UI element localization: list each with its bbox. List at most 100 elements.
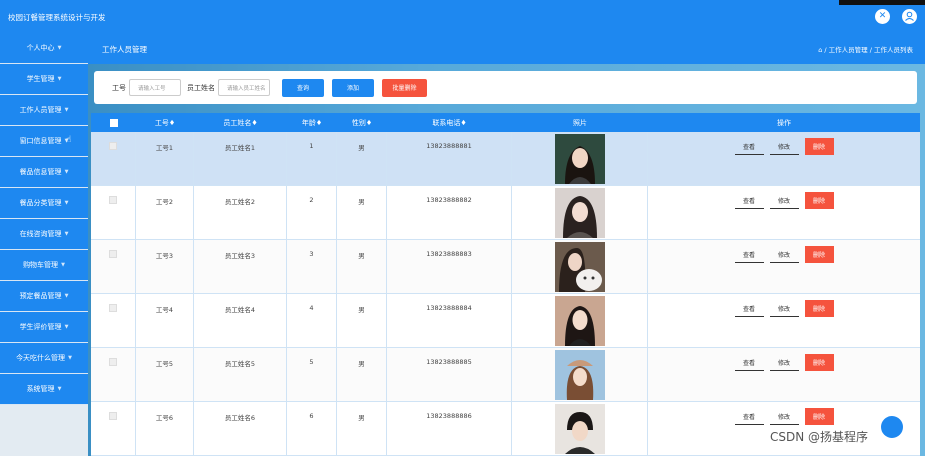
- sidebar-item-students[interactable]: 学生管理 ▼: [0, 64, 88, 95]
- row-checkbox[interactable]: [91, 132, 136, 185]
- sidebar-item-label: 工作人员管理: [19, 106, 62, 114]
- table-header: 工号♦ 员工姓名♦ 年龄♦ 性别♦ 联系电话♦ 照片 操作: [91, 113, 920, 132]
- staff-photo: [554, 350, 605, 400]
- app-title: 校园订餐管理系统设计与开发: [8, 13, 106, 22]
- chevron-down-icon: ▼: [57, 76, 62, 82]
- chevron-down-icon: ▼: [57, 386, 62, 392]
- batch-delete-button[interactable]: 批量删除: [382, 78, 427, 97]
- view-button[interactable]: 查看: [734, 138, 764, 155]
- sidebar-item-orders[interactable]: 预定餐品管理 ▼: [0, 281, 88, 312]
- view-button[interactable]: 查看: [734, 408, 764, 425]
- row-checkbox[interactable]: [91, 348, 136, 401]
- breadcrumb[interactable]: ⌂ / 工作人员管理 / 工作人员列表: [818, 44, 913, 54]
- top-bar: 校园订餐管理系统设计与开发 ✕: [0, 0, 925, 33]
- edit-button[interactable]: 修改: [769, 246, 799, 263]
- search-button[interactable]: 查询: [282, 78, 324, 97]
- cell-id: 工号1: [136, 132, 194, 185]
- sidebar-item-today[interactable]: 今天吃什么管理 ▼: [0, 343, 88, 374]
- cell-name: 员工姓名4: [194, 294, 287, 347]
- delete-button[interactable]: 删除: [804, 138, 834, 155]
- sidebar-item-categories[interactable]: 餐品分类管理 ▼: [0, 188, 88, 219]
- chevron-down-icon: ▼: [64, 107, 69, 113]
- chevron-down-icon: ▼: [61, 262, 65, 268]
- view-button[interactable]: 查看: [734, 246, 764, 263]
- cell-photo: [512, 186, 648, 239]
- cell-actions: 查看 修改 删除: [648, 348, 920, 401]
- cell-actions: 查看 修改 删除: [648, 132, 920, 185]
- chevron-down-icon: ▼: [64, 200, 69, 206]
- sidebar-item-system[interactable]: 系统管理 ▼: [0, 374, 88, 405]
- table-row[interactable]: 工号2 员工姓名2 2 男 13823888882 查看 修改 删除: [91, 186, 920, 240]
- name-search-input[interactable]: 请输入员工姓名: [218, 79, 270, 96]
- cell-actions: 查看 修改 删除: [648, 240, 920, 293]
- name-search-placeholder: 请输入员工姓名: [227, 85, 266, 92]
- row-checkbox[interactable]: [91, 240, 136, 293]
- view-button[interactable]: 查看: [734, 300, 764, 317]
- staff-photo: [554, 188, 605, 238]
- view-button[interactable]: 查看: [734, 192, 764, 209]
- cell-id: 工号3: [136, 240, 194, 293]
- delete-button[interactable]: 删除: [804, 300, 834, 317]
- cell-phone: 13823888886: [387, 402, 512, 455]
- sidebar-item-windows[interactable]: 窗口信息管理 ▼ ☝: [0, 126, 88, 157]
- cell-photo: [512, 294, 648, 347]
- sidebar-item-label: 学生评价管理: [19, 323, 62, 331]
- sidebar-item-cart[interactable]: 购物车管理 ▼: [0, 250, 88, 281]
- staff-photo: [554, 134, 605, 184]
- staff-photo: [554, 404, 605, 454]
- user-icon[interactable]: [902, 9, 917, 24]
- watermark: CSDN @扬基程序: [770, 430, 869, 444]
- edit-button[interactable]: 修改: [769, 192, 799, 209]
- table-row[interactable]: 工号3 员工姓名3 3 男 13823888883 查看 修改 删除: [91, 240, 920, 294]
- cell-gender: 男: [337, 294, 387, 347]
- sidebar-item-consult[interactable]: 在线咨询管理 ▼: [0, 219, 88, 250]
- cell-id: 工号6: [136, 402, 194, 455]
- cell-id: 工号4: [136, 294, 194, 347]
- view-button[interactable]: 查看: [734, 354, 764, 371]
- edit-button[interactable]: 修改: [769, 354, 799, 371]
- column-header-name[interactable]: 员工姓名♦: [194, 113, 287, 132]
- delete-button[interactable]: 删除: [804, 354, 834, 371]
- sidebar-item-label: 系统管理: [26, 385, 55, 393]
- table-row[interactable]: 工号4 员工姓名4 4 男 13823888884 查看 修改 删除: [91, 294, 920, 348]
- fullscreen-icon[interactable]: ✕: [875, 9, 890, 24]
- row-checkbox[interactable]: [91, 402, 136, 455]
- add-button[interactable]: 添加: [332, 78, 374, 97]
- column-header-gender[interactable]: 性别♦: [337, 113, 387, 132]
- row-checkbox[interactable]: [91, 186, 136, 239]
- table-row[interactable]: 工号1 员工姓名1 1 男 13823888881 查看 修改 删除: [91, 132, 920, 186]
- cell-gender: 男: [337, 186, 387, 239]
- screen-corner: [839, 0, 925, 5]
- sidebar-item-label: 餐品分类管理: [19, 199, 62, 207]
- delete-button[interactable]: 删除: [804, 408, 834, 425]
- main-content: 工作人员管理 ⌂ / 工作人员管理 / 工作人员列表 工号 请输入工号 员工姓名…: [88, 33, 925, 456]
- back-to-top-button[interactable]: [881, 416, 903, 438]
- cell-name: 员工姓名3: [194, 240, 287, 293]
- sidebar-item-reviews[interactable]: 学生评价管理 ▼: [0, 312, 88, 343]
- edit-button[interactable]: 修改: [769, 300, 799, 317]
- delete-button[interactable]: 删除: [804, 192, 834, 209]
- chevron-down-icon: ▼: [64, 324, 69, 330]
- sidebar-item-staff[interactable]: 工作人员管理 ▼: [0, 95, 88, 126]
- row-checkbox[interactable]: [91, 294, 136, 347]
- column-header-phone[interactable]: 联系电话♦: [387, 113, 512, 132]
- sidebar-item-label: 今天吃什么管理: [16, 354, 66, 362]
- column-header-actions: 操作: [777, 118, 791, 127]
- sidebar: 个人中心 ▼ 学生管理 ▼ 工作人员管理 ▼ 窗口信息管理 ▼ ☝ 餐品信息管理 ▼ 餐品分…: [0, 33, 88, 456]
- column-header-id[interactable]: 工号♦: [136, 113, 194, 132]
- cell-name: 员工姓名5: [194, 348, 287, 401]
- select-all-checkbox[interactable]: [91, 113, 136, 132]
- edit-button[interactable]: 修改: [769, 138, 799, 155]
- table-row[interactable]: 工号5 员工姓名5 5 男 13823888885 查看 修改 删除: [91, 348, 920, 402]
- page-header: 工作人员管理 ⌂ / 工作人员管理 / 工作人员列表: [88, 33, 925, 64]
- chevron-down-icon: ▼: [57, 45, 62, 51]
- cell-photo: [512, 132, 648, 185]
- edit-button[interactable]: 修改: [769, 408, 799, 425]
- id-label: 工号: [112, 83, 126, 92]
- sidebar-item-dishes[interactable]: 餐品信息管理 ▼: [0, 157, 88, 188]
- id-search-input[interactable]: 请输入工号: [129, 79, 181, 96]
- delete-button[interactable]: 删除: [804, 246, 834, 263]
- cell-gender: 男: [337, 348, 387, 401]
- sidebar-item-personal-center[interactable]: 个人中心 ▼: [0, 33, 88, 64]
- column-header-age[interactable]: 年龄♦: [287, 113, 337, 132]
